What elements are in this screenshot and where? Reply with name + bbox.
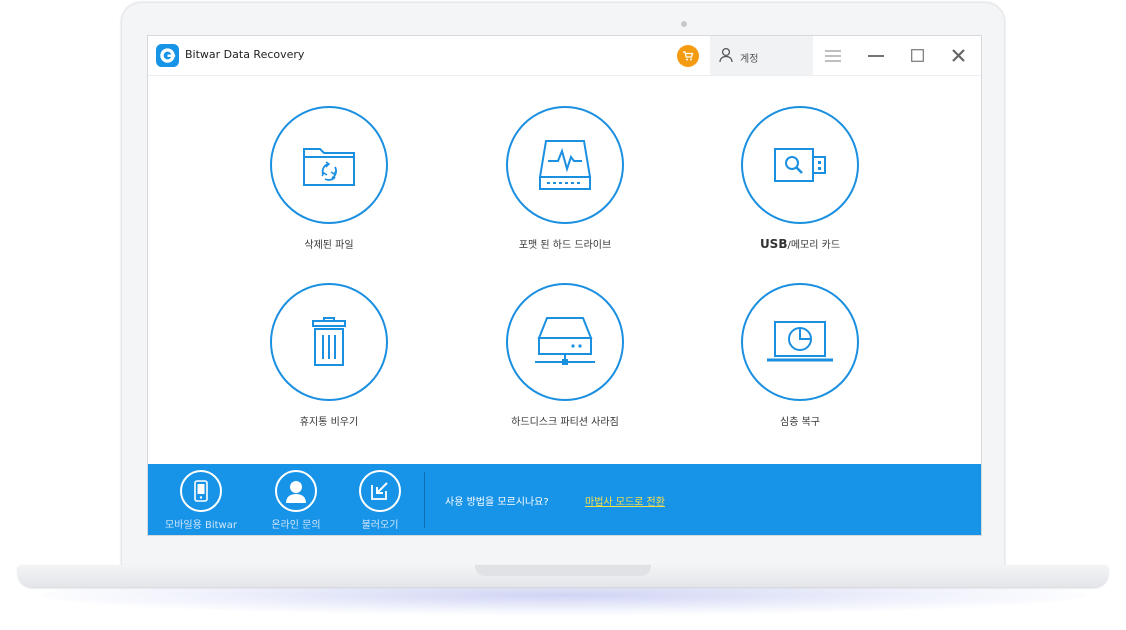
usb-label-rest: /메모리 카드 <box>787 240 841 251</box>
footer-bar: 모바일용 Bitwar 온라인 문의 불러오기 사용 방법을 모르시나요? 마법… <box>148 464 981 535</box>
help-text: 사용 방법을 모르시나요? <box>445 497 549 508</box>
formatted-drive-circle <box>506 106 624 224</box>
account-button[interactable]: 계정 <box>710 36 813 75</box>
lost-partition-circle <box>506 283 624 401</box>
app-title: Bitwar Data Recovery <box>185 48 305 61</box>
mobile-circle <box>180 470 222 512</box>
import-arrow-icon <box>371 482 388 500</box>
wizard-mode-link[interactable]: 마법사 모드로 전환 <box>585 493 665 508</box>
deep-recovery-circle <box>741 283 859 401</box>
deleted-files-option[interactable]: 삭제된 파일 <box>229 106 429 251</box>
footer-divider <box>424 472 425 528</box>
usb-memory-card-label: USB/메모리 카드 <box>700 236 900 251</box>
camera-dot <box>681 21 687 27</box>
empty-recycle-bin-circle <box>270 283 388 401</box>
deep-recovery-option[interactable]: 심층 복구 <box>700 283 900 428</box>
lost-partition-label: 하드디스크 파티션 사라짐 <box>511 417 619 428</box>
formatted-drive-label: 포맷 된 하드 드라이브 <box>518 240 612 251</box>
empty-recycle-bin-option[interactable]: 휴지통 비우기 <box>229 283 429 428</box>
formatted-drive-option[interactable]: 포맷 된 하드 드라이브 <box>465 106 665 251</box>
load-button[interactable]: 불러오기 <box>335 470 425 531</box>
deleted-files-label: 삭제된 파일 <box>304 240 354 251</box>
bitwar-logo-icon <box>156 44 179 67</box>
menu-icon <box>825 49 841 62</box>
cart-button[interactable] <box>677 45 699 67</box>
maximize-icon <box>910 49 924 62</box>
laptop-scan-icon <box>767 321 833 362</box>
recycle-folder-icon <box>303 148 355 186</box>
usb-drive-icon <box>774 148 826 182</box>
load-circle <box>359 470 401 512</box>
usb-memory-card-option[interactable]: USB/메모리 카드 <box>700 106 900 251</box>
hard-drive-pulse-icon <box>538 140 592 190</box>
empty-recycle-bin-label: 휴지통 비우기 <box>299 417 359 428</box>
maximize-button[interactable] <box>897 36 937 75</box>
title-bar: Bitwar Data Recovery 계정 <box>148 36 981 76</box>
online-inquiry-button[interactable]: 온라인 문의 <box>251 470 341 531</box>
minimize-button[interactable] <box>856 36 896 75</box>
cart-icon <box>683 51 694 61</box>
user-icon <box>719 47 733 63</box>
online-inquiry-label: 온라인 문의 <box>271 520 321 531</box>
deleted-files-circle <box>270 106 388 224</box>
network-drive-icon <box>535 317 595 365</box>
usb-memory-card-circle <box>741 106 859 224</box>
close-icon <box>951 49 965 62</box>
trash-can-icon <box>312 317 346 366</box>
close-button[interactable] <box>938 36 978 75</box>
load-label: 불러오기 <box>361 520 399 531</box>
menu-button[interactable] <box>813 36 853 75</box>
lost-partition-option[interactable]: 하드디스크 파티션 사라짐 <box>465 283 665 428</box>
usb-label-strong: USB <box>759 237 788 251</box>
mobile-bitwar-button[interactable]: 모바일용 Bitwar <box>156 470 246 531</box>
mobile-bitwar-label: 모바일용 Bitwar <box>165 520 237 531</box>
minimize-icon <box>868 54 884 57</box>
phone-icon <box>194 480 208 502</box>
account-label: 계정 <box>740 54 759 65</box>
app-window: Bitwar Data Recovery 계정 삭제된 파일 포맷 된 하드 드… <box>147 35 982 536</box>
deep-recovery-label: 심층 복구 <box>780 417 820 428</box>
support-person-icon <box>286 481 306 503</box>
laptop-notch <box>475 565 651 576</box>
online-inquiry-circle <box>275 470 317 512</box>
